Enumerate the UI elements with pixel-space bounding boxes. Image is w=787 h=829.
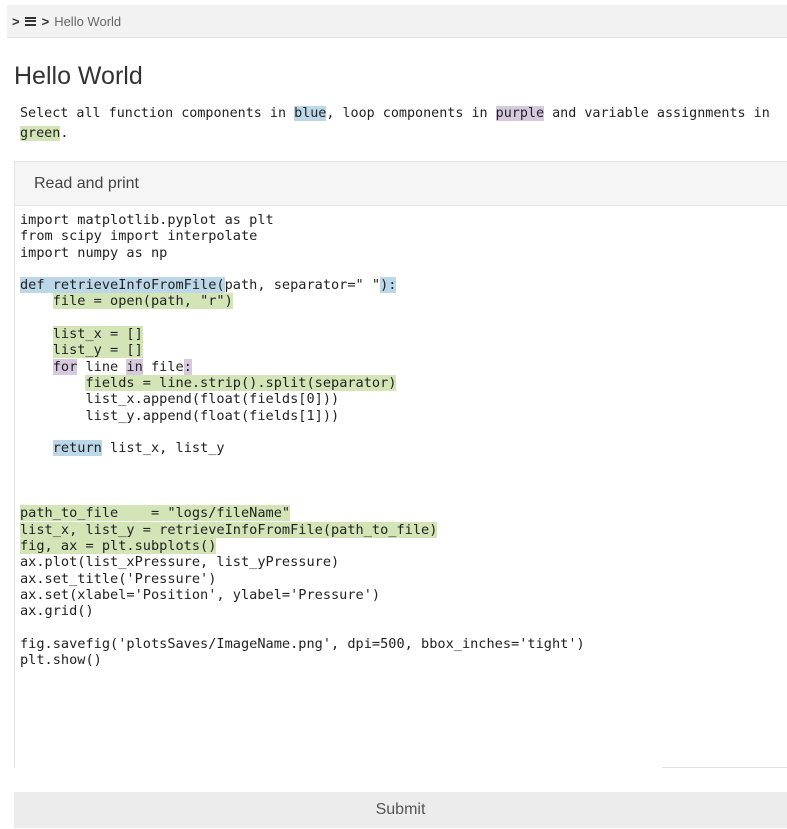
code-token-green[interactable]: fields = line.strip().split(separator) <box>85 374 397 391</box>
code-token-green[interactable]: fig, ax = plt.subplots() <box>20 537 217 554</box>
instructions-text: , loop components in <box>326 106 496 121</box>
code-token[interactable]: ax.set(xlabel='Position', ylabel='Pressu… <box>20 587 380 603</box>
code-token-blue[interactable]: def retrieveInfoFromFile( <box>20 277 225 294</box>
chevron-right-icon: > <box>12 13 20 29</box>
code-line[interactable]: return list_x, list_y <box>20 440 787 457</box>
code-line[interactable]: list_y = [] <box>20 342 787 359</box>
code-line[interactable]: def retrieveInfoFromFile(path, separator… <box>20 277 787 294</box>
code-token[interactable] <box>20 440 53 456</box>
code-line[interactable]: list_y.append(float(fields[1])) <box>20 408 787 424</box>
code-token[interactable]: from scipy import interpolate <box>20 228 257 244</box>
code-token-purple[interactable]: : <box>183 358 192 375</box>
code-line[interactable] <box>20 310 787 326</box>
code-token[interactable] <box>20 375 85 391</box>
code-token-green[interactable]: list_x, list_y = retrieveInfoFromFile(pa… <box>20 521 438 538</box>
code-token-purple[interactable]: in <box>126 358 143 375</box>
code-line[interactable]: for line in file: <box>20 358 787 375</box>
code-token[interactable]: ax.grid() <box>20 603 94 619</box>
loop-color-label: purple <box>495 106 545 121</box>
code-token[interactable] <box>20 359 53 375</box>
instructions-text: . <box>60 126 69 141</box>
code-token[interactable] <box>20 326 53 342</box>
code-token[interactable]: fig.savefig('plotsSaves/ImageName.png', … <box>20 636 585 652</box>
function-color-label: blue <box>294 106 327 121</box>
code-token[interactable]: list_x, list_y <box>102 440 225 456</box>
submit-button[interactable]: Submit <box>14 792 787 828</box>
code-line[interactable]: import numpy as np <box>20 245 787 261</box>
code-line[interactable] <box>20 456 787 472</box>
code-token[interactable]: import matplotlib.pyplot as plt <box>20 212 274 228</box>
code-line[interactable]: ax.plot(list_xPressure, list_yPressure) <box>20 554 787 570</box>
breadcrumb: > > Hello World <box>7 5 787 38</box>
variable-color-label: green <box>20 126 61 141</box>
code-token[interactable]: file <box>143 359 184 375</box>
code-token[interactable]: import numpy as np <box>20 245 167 261</box>
chevron-right-icon: > <box>41 13 50 29</box>
panel-header: Read and print <box>14 161 787 206</box>
code-line[interactable]: list_x.append(float(fields[0])) <box>20 391 787 407</box>
code-line[interactable]: ax.set_title('Pressure') <box>20 571 787 587</box>
code-token-green[interactable]: list_y = [] <box>52 342 143 359</box>
code-line[interactable]: from scipy import interpolate <box>20 228 787 244</box>
code-token[interactable]: list_x.append(float(fields[0])) <box>20 391 339 407</box>
breadcrumb-current: Hello World <box>54 13 122 29</box>
code-line[interactable]: list_x, list_y = retrieveInfoFromFile(pa… <box>20 521 787 538</box>
list-icon[interactable] <box>24 16 36 26</box>
panel-title: Read and print <box>34 174 139 192</box>
instructions-text: Select all function components in <box>20 106 295 121</box>
code-token[interactable] <box>20 293 53 309</box>
code-line[interactable]: path_to_file = "logs/fileName" <box>20 505 787 522</box>
code-line[interactable] <box>20 261 787 277</box>
code-line[interactable]: list_x = [] <box>20 326 787 343</box>
code-token-green[interactable]: path_to_file = "logs/fileName" <box>20 505 291 522</box>
code-token[interactable]: list_y.append(float(fields[1])) <box>20 408 339 424</box>
code-token[interactable]: path, separator=" " <box>225 277 381 293</box>
code-line[interactable] <box>20 424 787 440</box>
code-token-blue[interactable]: ): <box>380 277 397 294</box>
code-line[interactable]: file = open(path, "r") <box>20 293 787 310</box>
code-token[interactable]: plt.show() <box>20 652 102 668</box>
code-line[interactable]: plt.show() <box>20 652 787 668</box>
code-token-blue[interactable]: return <box>52 440 102 457</box>
code-token[interactable] <box>20 342 53 358</box>
instructions-text: and variable assignments in <box>544 106 770 121</box>
code-token[interactable]: ax.set_title('Pressure') <box>20 571 216 587</box>
code-line[interactable]: import matplotlib.pyplot as plt <box>20 212 787 228</box>
code-line[interactable]: fields = line.strip().split(separator) <box>20 374 787 391</box>
code-token[interactable]: ax.plot(list_xPressure, list_yPressure) <box>20 554 339 570</box>
code-token-green[interactable]: file = open(path, "r") <box>52 293 233 310</box>
code-block[interactable]: import matplotlib.pyplot as plt from scip… <box>14 206 787 768</box>
code-line[interactable] <box>20 619 787 635</box>
page-title: Hello World <box>14 62 143 90</box>
code-divider <box>662 767 787 768</box>
code-token-purple[interactable]: for <box>52 358 78 375</box>
code-line[interactable]: ax.grid() <box>20 603 787 619</box>
code-line[interactable]: ax.set(xlabel='Position', ylabel='Pressu… <box>20 587 787 603</box>
code-line[interactable] <box>20 489 787 505</box>
code-line[interactable]: fig, ax = plt.subplots() <box>20 537 787 554</box>
code-token[interactable]: line <box>77 359 126 375</box>
instructions: Select all function components in blue, … <box>20 104 787 144</box>
code-line[interactable]: fig.savefig('plotsSaves/ImageName.png', … <box>20 636 787 652</box>
code-token-green[interactable]: list_x = [] <box>52 326 143 343</box>
code-line[interactable] <box>20 473 787 489</box>
